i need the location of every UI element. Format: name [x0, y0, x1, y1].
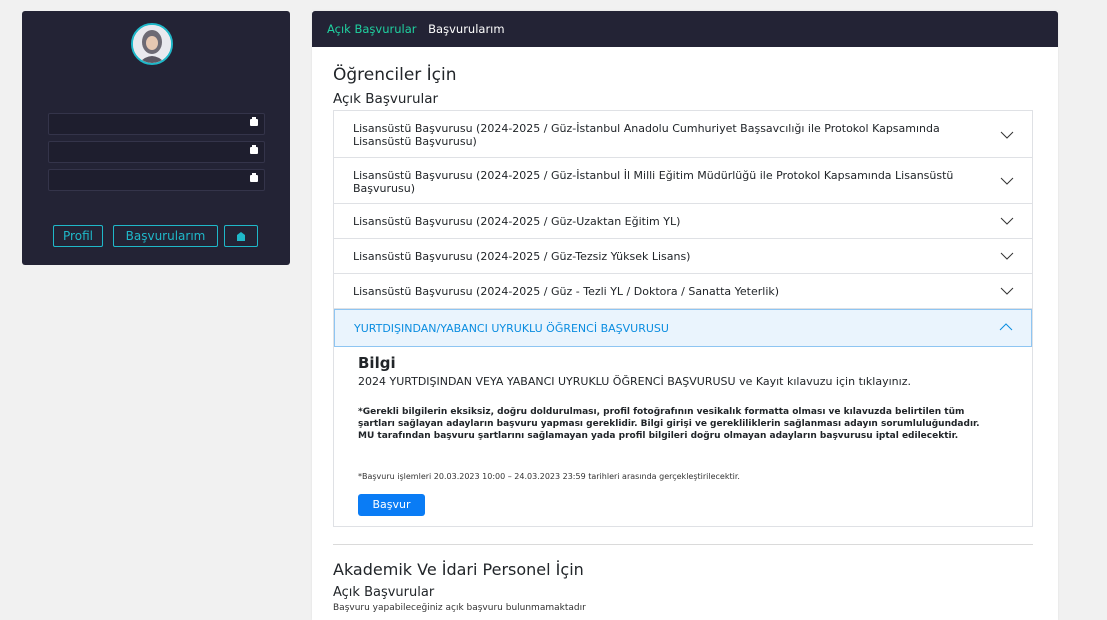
tab-open-applications[interactable]: Açık Başvurular [327, 22, 417, 36]
section-divider [333, 544, 1033, 545]
chevron-down-icon [1000, 131, 1014, 139]
logout-button[interactable] [224, 225, 258, 247]
avatar [131, 23, 173, 65]
chevron-down-icon [1000, 287, 1014, 295]
accordion-item-label: Lisansüstü Başvurusu (2024-2025 / Güz-İs… [353, 122, 940, 148]
applications-accordion: Lisansüstü Başvurusu (2024-2025 / Güz-İs… [333, 110, 1033, 527]
profile-info-row [48, 113, 265, 135]
accordion-item-label: Lisansüstü Başvurusu (2024-2025 / Güz-Te… [353, 250, 691, 263]
students-title: Öğrenciler İçin [333, 65, 457, 85]
info-heading: Bilgi [358, 354, 396, 372]
accordion-item[interactable]: Lisansüstü Başvurusu (2024-2025 / Güz-Uz… [334, 204, 1032, 239]
accordion-item-active[interactable]: YURTDIŞINDAN/YABANCI UYRUKLU ÖĞRENCİ BAŞ… [334, 309, 1032, 347]
tab-my-applications[interactable]: Başvurularım [428, 22, 504, 36]
apply-button[interactable]: Başvur [358, 494, 425, 516]
briefcase-icon [250, 117, 258, 126]
students-subtitle: Açık Başvurular [333, 91, 439, 107]
accordion-item[interactable]: Lisansüstü Başvurusu (2024-2025 / Güz-İs… [334, 111, 1032, 158]
accordion-item-label: Lisansüstü Başvurusu (2024-2025 / Güz - … [353, 285, 780, 298]
accordion-item-label: YURTDIŞINDAN/YABANCI UYRUKLU ÖĞRENCİ BAŞ… [354, 322, 669, 335]
main-panel: Açık Başvurular Başvurularım Öğrenciler … [312, 11, 1058, 620]
accordion-body: Bilgi 2024 YURTDIŞINDAN VEYA YABANCI UYR… [334, 350, 1032, 526]
chevron-down-icon [1000, 217, 1014, 225]
briefcase-icon [250, 145, 258, 154]
accordion-item-label: Lisansüstü Başvurusu (2024-2025 / Güz-İs… [353, 169, 954, 195]
profile-sidebar: Profil Başvurularım [22, 11, 290, 265]
chevron-down-icon [1000, 252, 1014, 260]
profile-info-row [48, 169, 265, 191]
staff-empty-text: Başvuru yapabileceğiniz açık başvuru bul… [333, 603, 586, 613]
top-nav: Açık Başvurular Başvurularım [312, 11, 1058, 47]
chevron-down-icon [1000, 177, 1014, 185]
my-applications-button[interactable]: Başvurularım [113, 225, 218, 247]
accordion-item-label: Lisansüstü Başvurusu (2024-2025 / Güz-Uz… [353, 215, 681, 228]
accordion-item[interactable]: Lisansüstü Başvurusu (2024-2025 / Güz-İs… [334, 158, 1032, 204]
staff-title: Akademik Ve İdari Personel İçin [333, 560, 584, 579]
chevron-up-icon [999, 323, 1013, 331]
requirements-note: *Gerekli bilgilerin eksiksiz, doğru dold… [358, 407, 980, 441]
profile-button[interactable]: Profil [53, 225, 103, 247]
accordion-item[interactable]: Lisansüstü Başvurusu (2024-2025 / Güz-Te… [334, 239, 1032, 274]
briefcase-icon [250, 173, 258, 182]
user-photo-icon [133, 25, 171, 63]
profile-info-row [48, 141, 265, 163]
door-icon [237, 232, 245, 241]
accordion-item[interactable]: Lisansüstü Başvurusu (2024-2025 / Güz - … [334, 274, 1032, 309]
guide-link[interactable]: 2024 YURTDIŞINDAN VEYA YABANCI UYRUKLU Ö… [358, 375, 968, 388]
staff-subtitle: Açık Başvurular [333, 585, 435, 600]
application-dates: *Başvuru işlemleri 20.03.2023 10:00 – 24… [358, 472, 740, 481]
